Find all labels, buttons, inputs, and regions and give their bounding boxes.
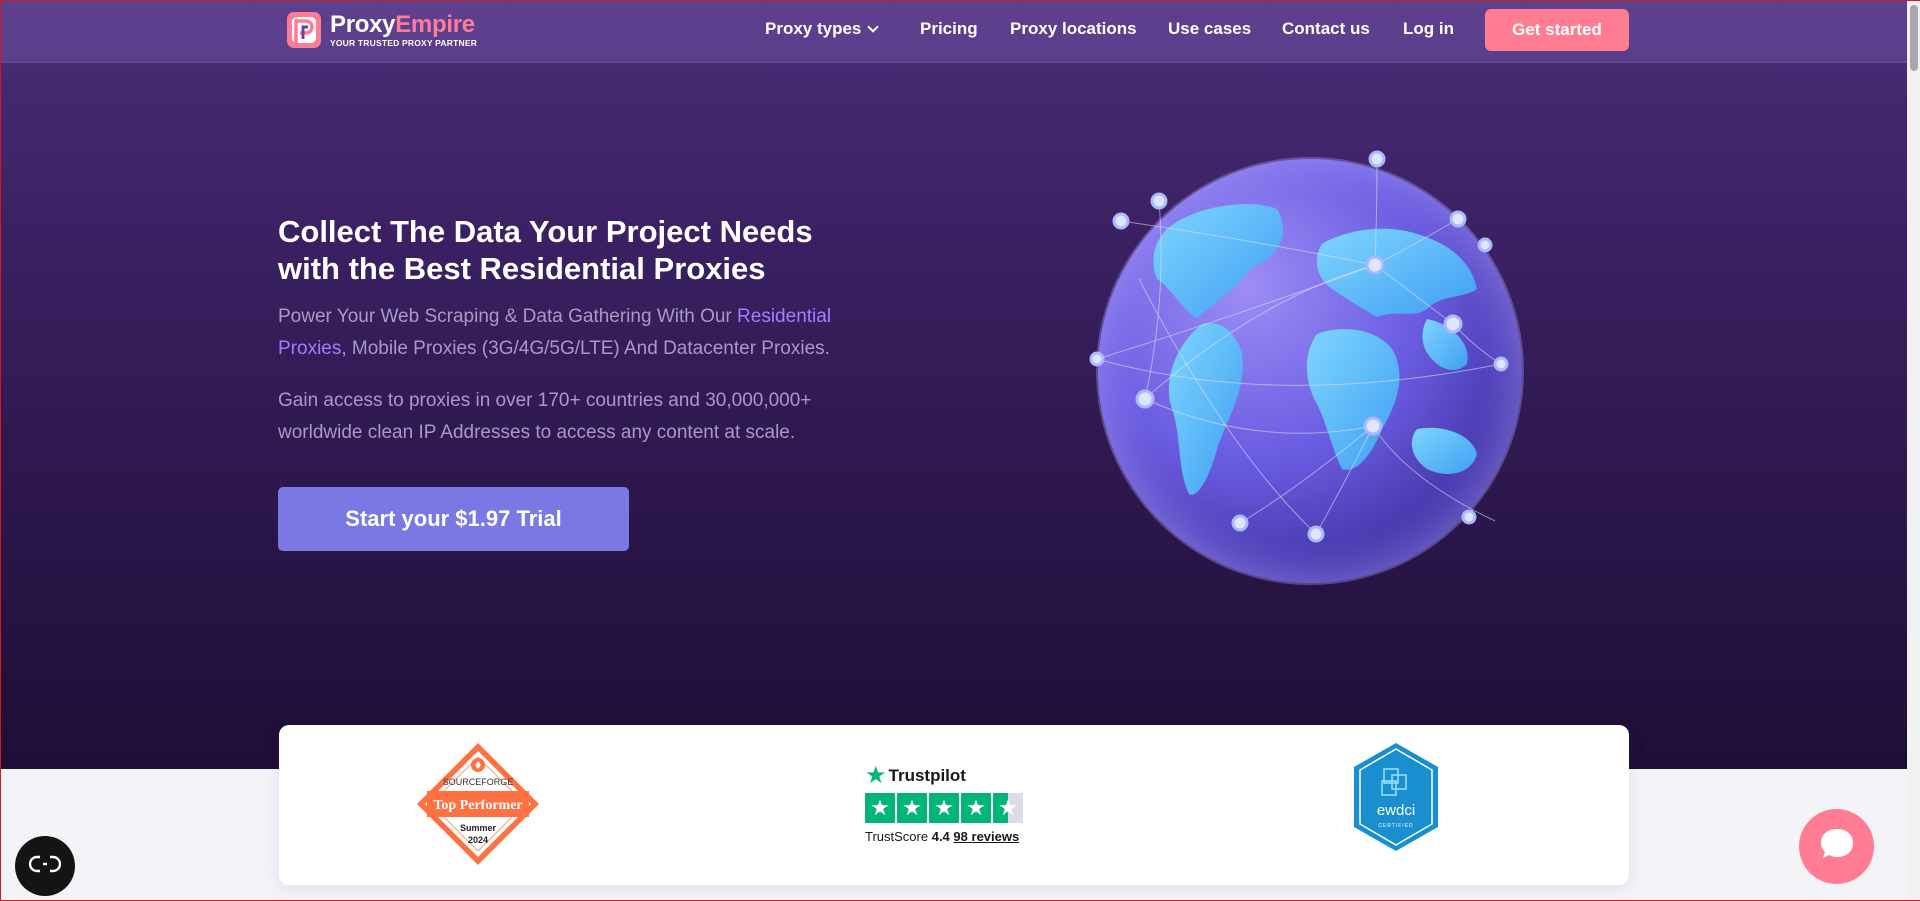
hero-headline-line1: Collect The Data Your Project Needs <box>278 214 813 249</box>
globe-illustration <box>1077 149 1539 595</box>
svg-text:SOURCEFORGE: SOURCEFORGE <box>443 777 514 787</box>
hero-description: Gain access to proxies in over 170+ coun… <box>278 390 812 443</box>
hero-section: ProxyEmpire YOUR TRUSTED PROXY PARTNER P… <box>1 1 1920 769</box>
trustpilot-score: TrustScore 4.4 98 reviews <box>865 829 1020 844</box>
hero-subtitle: Power Your Web Scraping & Data Gathering… <box>278 306 832 359</box>
svg-text:CERTIFIED: CERTIFIED <box>1378 823 1413 829</box>
nav-proxy-locations[interactable]: Proxy locations <box>1010 19 1137 39</box>
start-trial-button[interactable]: Start your $1.97 Trial <box>278 487 629 551</box>
chat-bubble-icon <box>1818 825 1856 868</box>
nav-log-in[interactable]: Log in <box>1403 19 1454 39</box>
brand-logo[interactable]: ProxyEmpire YOUR TRUSTED PROXY PARTNER <box>284 9 477 51</box>
privacy-settings-icon <box>28 854 62 879</box>
brand-tagline: YOUR TRUSTED PROXY PARTNER <box>330 38 478 48</box>
star-icon: ★ <box>929 793 959 823</box>
trustpilot-logo: ★ Trustpilot <box>865 762 966 789</box>
get-started-button[interactable]: Get started <box>1485 9 1629 51</box>
ewdci-certified-badge[interactable]: ewdci CERTIFIED <box>1352 741 1440 853</box>
star-icon: ★ <box>865 793 895 823</box>
svg-text:Summer: Summer <box>460 823 497 833</box>
logo-mark-icon <box>284 9 324 51</box>
svg-text:Top Performer: Top Performer <box>433 798 522 813</box>
page-scrollbar[interactable] <box>1907 1 1920 900</box>
svg-text:ewdci: ewdci <box>1377 802 1415 819</box>
svg-text:2024: 2024 <box>468 835 488 845</box>
trustpilot-star-icon: ★ <box>865 762 887 789</box>
hero-headline-line2: with the Best Residential Proxies <box>278 251 766 286</box>
star-icon: ★ <box>897 793 927 823</box>
live-chat-button[interactable] <box>1799 809 1874 884</box>
hero-headline: Collect The Data Your Project Needs with… <box>278 213 898 287</box>
star-icon: ★ <box>961 793 991 823</box>
trust-badges-strip: SOURCEFORGE Top Performer Summer 2024 ★ T… <box>279 725 1629 885</box>
privacy-settings-button[interactable] <box>15 836 75 896</box>
sourceforge-top-performer-badge[interactable]: SOURCEFORGE Top Performer Summer 2024 <box>415 741 541 867</box>
nav-use-cases[interactable]: Use cases <box>1168 19 1251 39</box>
scrollbar-thumb[interactable] <box>1910 5 1918 71</box>
nav-proxy-types[interactable]: Proxy types <box>765 19 880 39</box>
chevron-down-icon <box>867 21 880 33</box>
half-star-icon: ★ <box>993 793 1023 823</box>
nav-contact-us[interactable]: Contact us <box>1282 19 1370 39</box>
trustpilot-rating-stars: ★ ★ ★ ★ ★ <box>865 793 1045 823</box>
reviews-link[interactable]: 98 reviews <box>953 829 1019 844</box>
nav-pricing[interactable]: Pricing <box>920 19 978 39</box>
trustpilot-widget[interactable]: ★ Trustpilot ★ ★ ★ ★ ★ TrustScore 4.4 98 … <box>865 762 1045 844</box>
brand-name: ProxyEmpire <box>330 11 475 38</box>
top-navbar: ProxyEmpire YOUR TRUSTED PROXY PARTNER P… <box>1 1 1907 63</box>
